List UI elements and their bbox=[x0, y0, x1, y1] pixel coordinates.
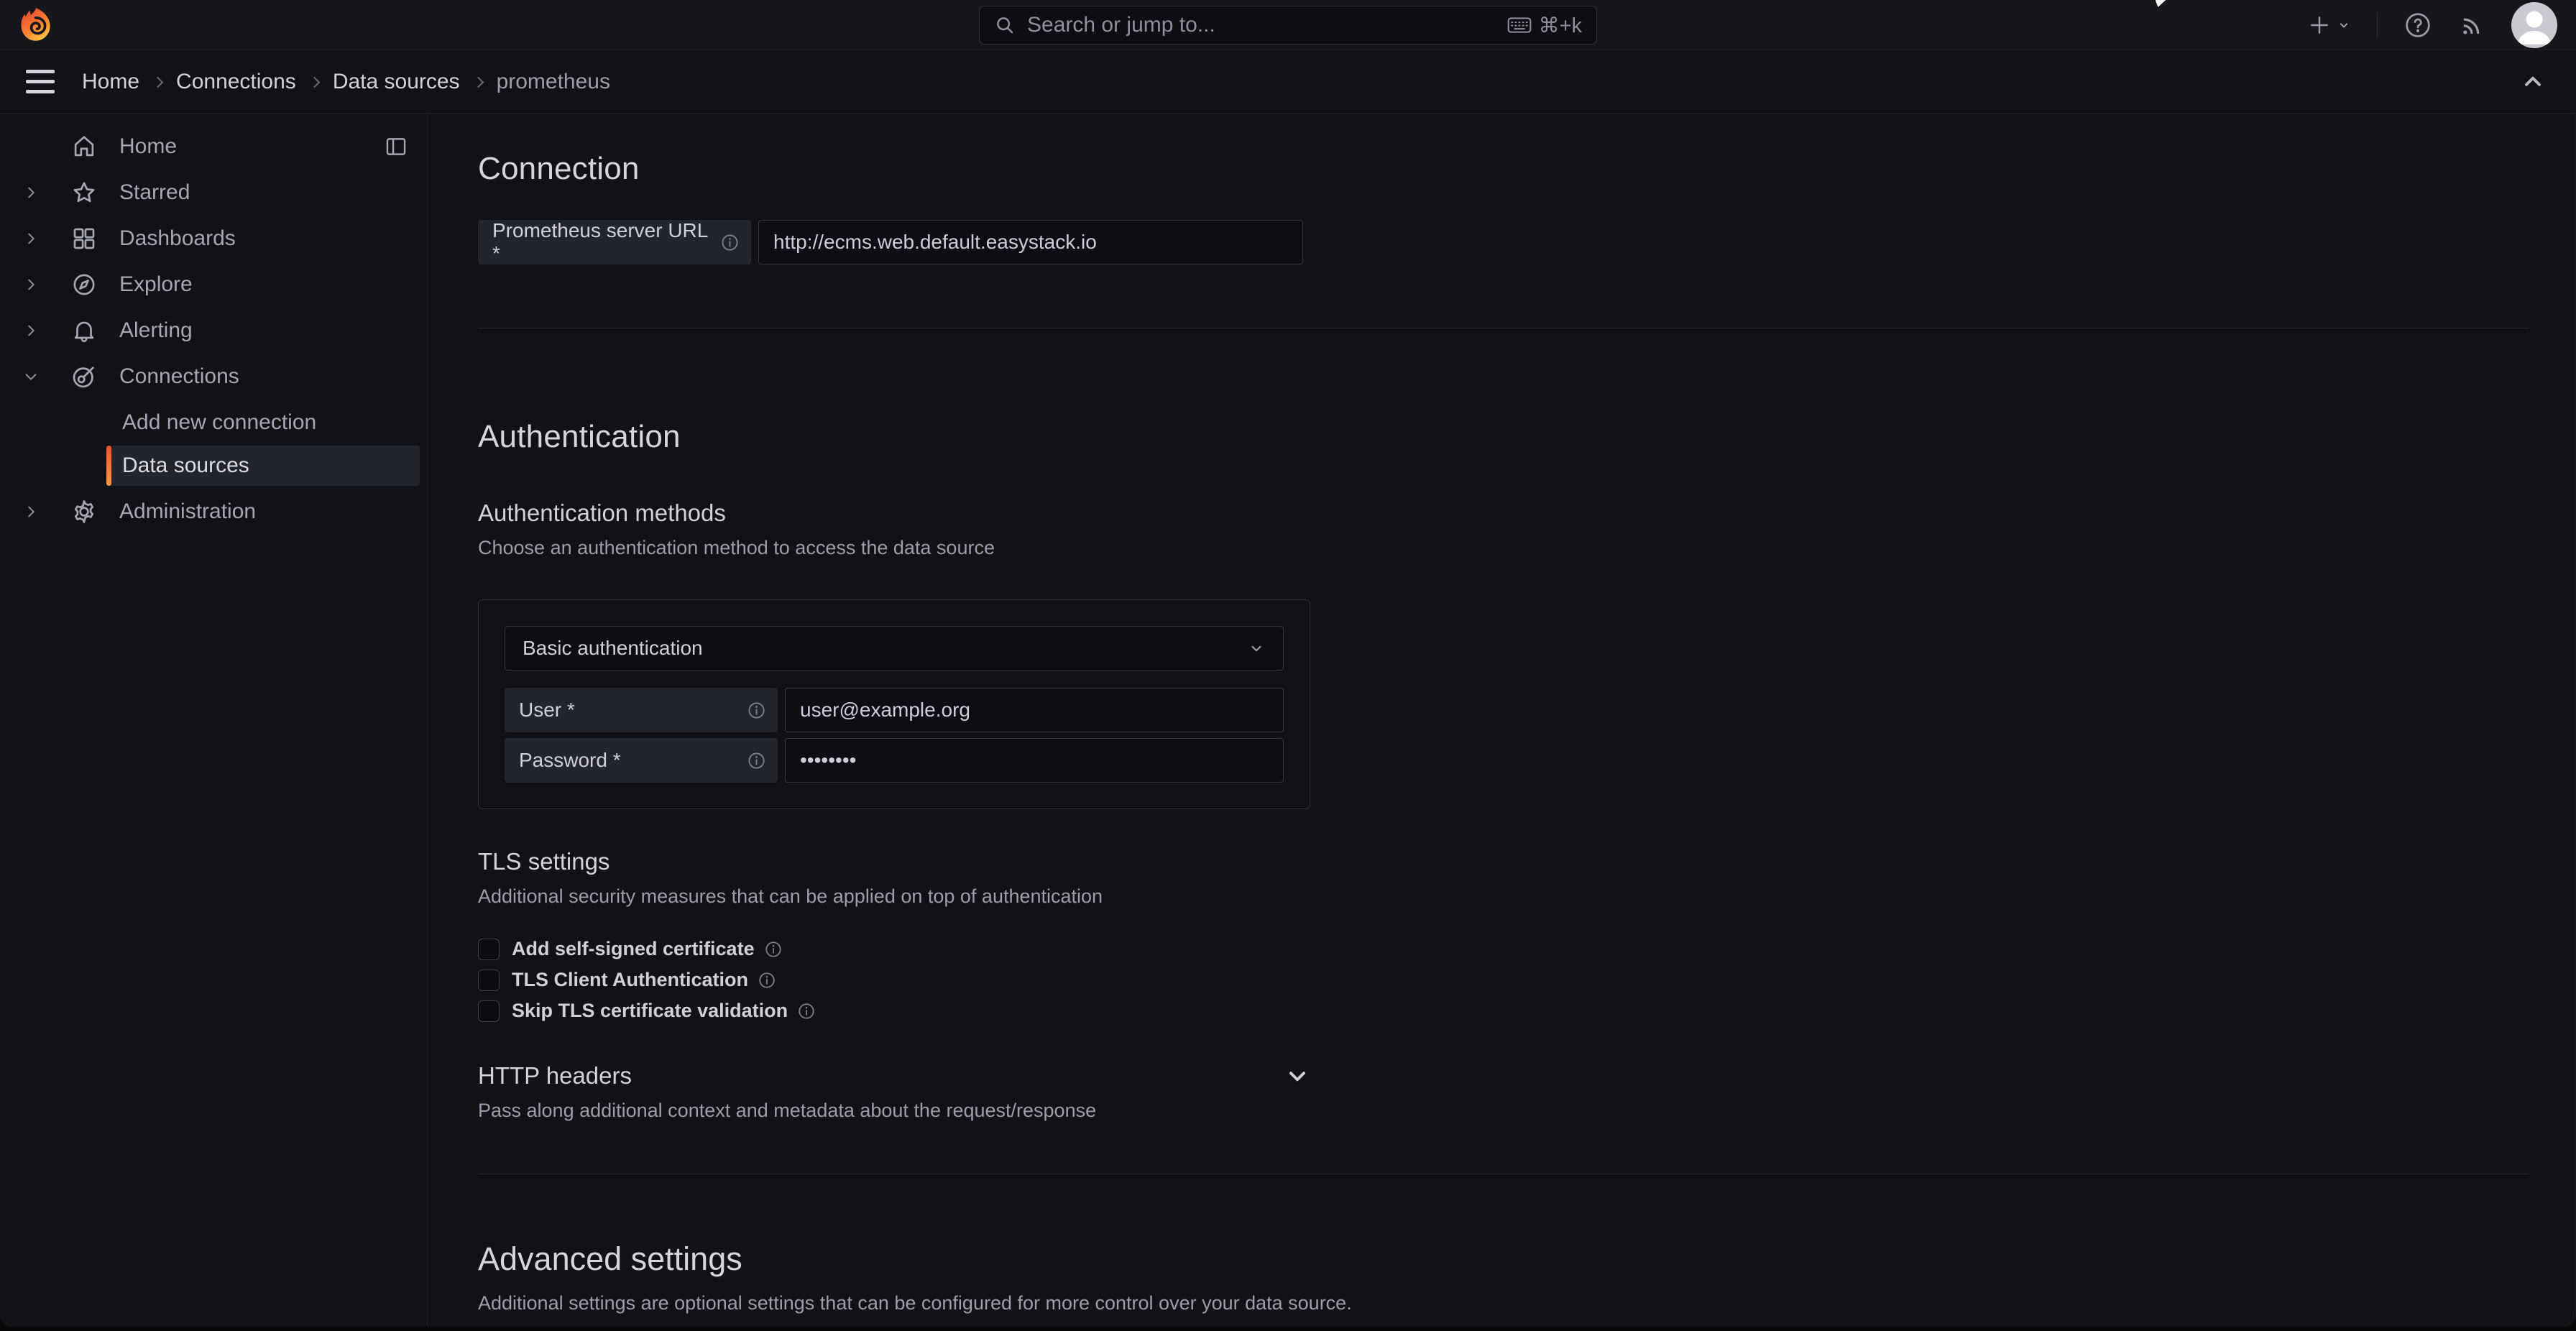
authentication-method-box: Basic authentication User * bbox=[478, 599, 1310, 809]
search-shortcut: ⌘+k bbox=[1507, 13, 1582, 38]
auth-method-select[interactable]: Basic authentication bbox=[505, 626, 1284, 671]
chevron-right-icon[interactable] bbox=[16, 323, 46, 338]
new-menu-button[interactable] bbox=[2308, 14, 2351, 37]
chevron-right-icon[interactable] bbox=[16, 185, 46, 201]
search-icon bbox=[994, 14, 1016, 36]
chevron-down-icon bbox=[1284, 1063, 1310, 1089]
auth-method-selected-value: Basic authentication bbox=[523, 637, 1247, 660]
prometheus-url-input[interactable] bbox=[758, 220, 1303, 264]
breadcrumb-connections[interactable]: Connections bbox=[176, 70, 296, 94]
mouse-cursor bbox=[2150, 0, 2168, 9]
sidebar-item-explore[interactable]: Explore bbox=[0, 262, 427, 308]
search-placeholder: Search or jump to... bbox=[1027, 13, 1496, 37]
grafana-app: Search or jump to... ⌘+k bbox=[0, 0, 2576, 1327]
tls-option-skip-validation: Skip TLS certificate validation bbox=[478, 995, 2529, 1026]
scroll-to-top-button[interactable] bbox=[2520, 69, 2546, 95]
info-icon[interactable] bbox=[764, 940, 783, 959]
tls-option-client-auth: TLS Client Authentication bbox=[478, 964, 2529, 995]
authentication-methods-description: Choose an authentication method to acces… bbox=[478, 537, 2529, 559]
user-avatar[interactable] bbox=[2511, 2, 2557, 48]
breadcrumb-separator-icon bbox=[472, 77, 484, 88]
home-icon bbox=[69, 133, 99, 160]
info-icon[interactable] bbox=[747, 701, 766, 720]
grafana-logo-icon[interactable] bbox=[19, 7, 52, 43]
password-label: Password * bbox=[505, 738, 778, 783]
compass-icon bbox=[69, 271, 99, 298]
info-icon[interactable] bbox=[747, 751, 766, 770]
password-input[interactable] bbox=[785, 738, 1284, 783]
info-icon[interactable] bbox=[720, 233, 740, 252]
topbar-actions bbox=[2308, 2, 2557, 48]
breadcrumb-current: prometheus bbox=[497, 70, 610, 94]
keyboard-icon bbox=[1507, 16, 1532, 34]
chevron-up-icon bbox=[2520, 69, 2546, 95]
advanced-settings-heading: Advanced settings bbox=[478, 1240, 2529, 1278]
authentication-methods-heading: Authentication methods bbox=[478, 499, 2529, 527]
chevron-down-icon bbox=[2337, 18, 2351, 32]
chevron-down-icon[interactable] bbox=[16, 369, 46, 384]
checkbox-unchecked[interactable] bbox=[478, 970, 500, 991]
breadcrumb-data-sources[interactable]: Data sources bbox=[333, 70, 460, 94]
chevron-down-icon bbox=[1247, 639, 1266, 658]
prometheus-url-field-row: Prometheus server URL * bbox=[478, 220, 2529, 264]
advanced-settings-description: Additional settings are optional setting… bbox=[478, 1292, 2529, 1314]
tls-option-self-signed: Add self-signed certificate bbox=[478, 934, 2529, 964]
star-icon bbox=[69, 179, 99, 206]
plus-icon bbox=[2308, 14, 2331, 37]
nav-sidebar: Home Starred bbox=[0, 114, 428, 1326]
topbar-divider bbox=[2377, 12, 2378, 38]
http-headers-expand-button[interactable] bbox=[1284, 1063, 1310, 1089]
help-button[interactable] bbox=[2404, 11, 2432, 40]
breadcrumb-home[interactable]: Home bbox=[82, 70, 139, 94]
chevron-right-icon[interactable] bbox=[16, 504, 46, 520]
menu-toggle-icon[interactable] bbox=[26, 70, 55, 93]
top-bar: Search or jump to... ⌘+k bbox=[0, 0, 2576, 50]
sidebar-item-starred[interactable]: Starred bbox=[0, 170, 427, 216]
connection-heading: Connection bbox=[478, 151, 2529, 187]
dock-sidebar-icon[interactable] bbox=[384, 134, 408, 159]
checkbox-unchecked[interactable] bbox=[478, 939, 500, 960]
breadcrumb: Home Connections Data sources prometheus bbox=[82, 70, 610, 94]
sidebar-item-data-sources[interactable]: Data sources bbox=[106, 446, 420, 486]
apps-icon bbox=[69, 225, 99, 252]
sidebar-item-alerting[interactable]: Alerting bbox=[0, 308, 427, 354]
bell-icon bbox=[69, 317, 99, 344]
sidebar-item-dashboards[interactable]: Dashboards bbox=[0, 216, 427, 262]
breadcrumb-bar: Home Connections Data sources prometheus bbox=[0, 50, 2576, 114]
http-headers-heading: HTTP headers bbox=[478, 1062, 632, 1090]
user-label: User * bbox=[505, 688, 778, 732]
info-icon[interactable] bbox=[797, 1002, 816, 1021]
chevron-right-icon[interactable] bbox=[16, 277, 46, 293]
sidebar-item-administration[interactable]: Administration bbox=[0, 489, 427, 535]
prometheus-url-label: Prometheus server URL * bbox=[478, 220, 751, 264]
sidebar-item-home[interactable]: Home bbox=[0, 124, 427, 170]
user-input[interactable] bbox=[785, 688, 1284, 732]
chevron-right-icon[interactable] bbox=[16, 231, 46, 247]
http-headers-section: HTTP headers bbox=[478, 1062, 1310, 1090]
password-field-row: Password * bbox=[505, 738, 1284, 783]
sidebar-item-add-new-connection[interactable]: Add new connection bbox=[106, 402, 420, 443]
help-icon bbox=[2404, 11, 2432, 40]
breadcrumb-separator-icon bbox=[309, 77, 321, 88]
search-input[interactable]: Search or jump to... ⌘+k bbox=[979, 6, 1597, 45]
gear-icon bbox=[69, 498, 99, 525]
news-rss-icon bbox=[2458, 11, 2485, 39]
info-icon[interactable] bbox=[758, 971, 776, 990]
news-button[interactable] bbox=[2458, 11, 2485, 39]
checkbox-unchecked[interactable] bbox=[478, 1000, 500, 1022]
authentication-heading: Authentication bbox=[478, 419, 2529, 455]
datasource-settings-page: Connection Prometheus server URL * Authe… bbox=[428, 114, 2576, 1326]
breadcrumb-separator-icon bbox=[152, 77, 164, 88]
tls-settings-description: Additional security measures that can be… bbox=[478, 885, 2529, 908]
tls-settings-heading: TLS settings bbox=[478, 848, 2529, 875]
user-field-row: User * bbox=[505, 688, 1284, 732]
http-headers-description: Pass along additional context and metada… bbox=[478, 1100, 2529, 1122]
connections-icon bbox=[69, 363, 99, 390]
sidebar-item-connections[interactable]: Connections bbox=[0, 354, 427, 400]
